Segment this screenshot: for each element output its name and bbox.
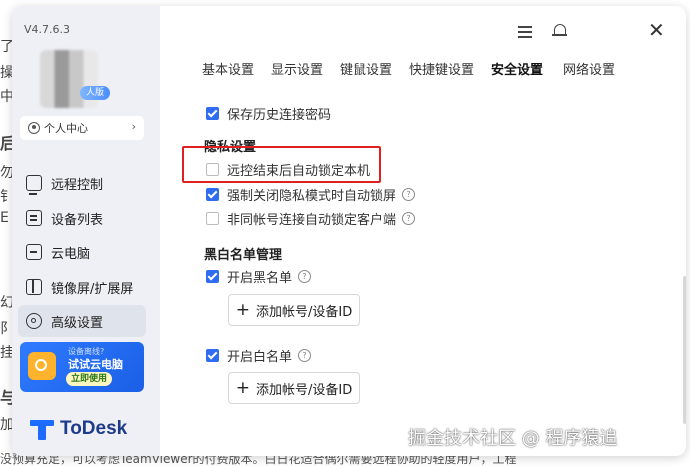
plus-icon: + <box>235 299 250 320</box>
plus-icon: + <box>235 377 250 398</box>
option-label: 非同帐号连接自动锁定客户端 <box>227 213 397 228</box>
save-history-password-option[interactable]: 保存历史连接密码 <box>206 104 331 123</box>
add-whitelist-button[interactable]: + 添加帐号/设备ID <box>228 372 360 404</box>
help-icon[interactable]: ? <box>402 188 416 201</box>
watermark: 掘金技术社区 @ 程序猿追 <box>408 428 618 449</box>
add-blacklist-button[interactable]: + 添加帐号/设备ID <box>228 294 360 326</box>
personal-center-label: 个人中心 <box>44 122 88 135</box>
annotation-highlight-box <box>182 146 381 183</box>
sidebar-item-cloud-pc[interactable]: 云电脑 <box>18 236 146 268</box>
tab-display[interactable]: 显示设置 <box>271 59 323 78</box>
use-now-button[interactable]: 立即使用 <box>66 372 113 386</box>
tab-shortcuts[interactable]: 快捷键设置 <box>409 59 474 78</box>
option-label: 强制关闭隐私模式时自动锁屏 <box>227 189 397 204</box>
enable-whitelist-option[interactable]: 开启白名单 ? <box>206 346 312 365</box>
todesk-window: V4.7.6.3 人版 个人中心 › 远程控制 设备列表 云电脑 镜像屏/扩展屏… <box>12 6 686 456</box>
tab-keyboard-mouse[interactable]: 键鼠设置 <box>340 59 392 78</box>
todesk-logo-icon <box>30 418 54 440</box>
menu-icon[interactable] <box>518 26 532 38</box>
option-label: 开启黑名单 <box>227 271 293 286</box>
chevron-right-icon: › <box>131 120 136 133</box>
sidebar-item-label: 镜像屏/扩展屏 <box>51 281 134 297</box>
device-list-icon <box>26 210 42 226</box>
checkbox[interactable] <box>206 188 219 201</box>
button-label: 添加帐号/设备ID <box>256 382 353 398</box>
logo-text: ToDesk <box>60 418 128 439</box>
button-label: 添加帐号/设备ID <box>256 304 353 320</box>
scrollbar[interactable] <box>683 276 686 424</box>
sidebar: V4.7.6.3 人版 个人中心 › 远程控制 设备列表 云电脑 镜像屏/扩展屏… <box>12 6 160 456</box>
close-icon[interactable]: ✕ <box>648 20 665 40</box>
tab-security[interactable]: 安全设置 <box>491 59 543 78</box>
option-label: 开启白名单 <box>227 350 293 365</box>
checkbox[interactable] <box>206 212 219 225</box>
user-profile[interactable]: 人版 <box>40 50 110 112</box>
help-icon[interactable]: ? <box>298 349 312 362</box>
tab-network[interactable]: 网络设置 <box>563 59 615 78</box>
sidebar-item-label: 高级设置 <box>51 315 104 331</box>
sidebar-item-label: 云电脑 <box>51 246 91 262</box>
checkbox[interactable] <box>206 270 219 283</box>
cloud-pc-promo-banner[interactable]: 设备离线? 试试云电脑 立即使用 <box>20 342 144 392</box>
mirror-screen-icon <box>26 279 42 295</box>
bg-char: E <box>0 210 9 226</box>
help-icon[interactable]: ? <box>402 212 416 225</box>
sidebar-item-label: 远程控制 <box>51 177 104 193</box>
tab-basic[interactable]: 基本设置 <box>202 59 254 78</box>
version-label: V4.7.6.3 <box>24 23 71 36</box>
force-close-privacy-option[interactable]: 强制关闭隐私模式时自动锁屏 ? <box>206 185 416 204</box>
cloud-pc-icon <box>26 244 42 260</box>
sidebar-item-mirror-screen[interactable]: 镜像屏/扩展屏 <box>18 271 146 303</box>
wifi-off-icon <box>28 352 56 380</box>
checkbox[interactable] <box>206 349 219 362</box>
option-label: 保存历史连接密码 <box>227 108 332 123</box>
non-same-account-lock-option[interactable]: 非同帐号连接自动锁定客户端 ? <box>206 209 416 228</box>
promo-title: 试试云电脑 <box>68 358 123 371</box>
sidebar-item-device-list[interactable]: 设备列表 <box>18 202 146 234</box>
sidebar-item-label: 设备列表 <box>51 212 104 228</box>
personal-center-button[interactable]: 个人中心 › <box>20 116 144 140</box>
vip-badge: 人版 <box>80 86 110 100</box>
user-icon <box>28 122 40 134</box>
todesk-logo: ToDesk <box>30 418 127 440</box>
enable-blacklist-option[interactable]: 开启黑名单 ? <box>206 267 312 286</box>
blackwhite-section-title: 黑白名单管理 <box>204 248 283 263</box>
checkbox[interactable] <box>206 107 219 120</box>
sidebar-item-advanced-settings[interactable]: 高级设置 <box>18 305 146 337</box>
sidebar-item-remote-control[interactable]: 远程控制 <box>18 167 146 199</box>
help-icon[interactable]: ? <box>298 270 312 283</box>
bell-icon[interactable] <box>552 23 567 39</box>
monitor-icon <box>26 175 42 195</box>
advanced-settings-icon <box>26 313 42 329</box>
